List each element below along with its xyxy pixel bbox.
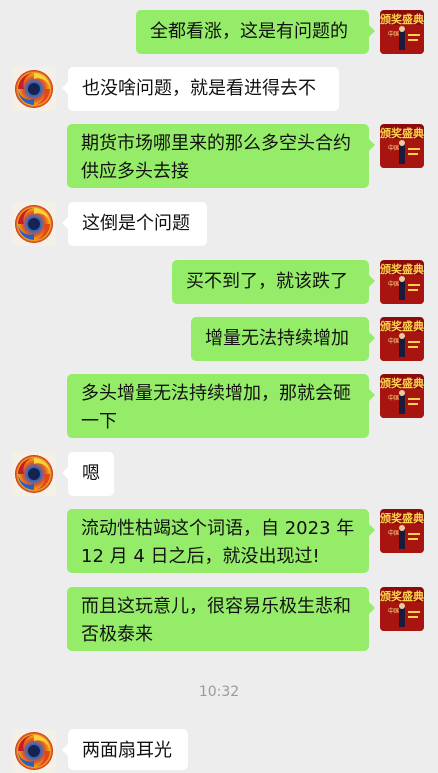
award-ceremony-avatar-icon: 颁奖盛典 中国 (380, 374, 424, 418)
svg-text:颁奖盛典: 颁奖盛典 (380, 126, 424, 140)
award-ceremony-avatar-icon: 颁奖盛典 中国 (380, 10, 424, 54)
self-avatar[interactable]: 颁奖盛典 中国 (380, 587, 424, 631)
svg-text:中国: 中国 (388, 280, 400, 288)
contact-avatar[interactable] (12, 67, 56, 111)
svg-text:颁奖盛典: 颁奖盛典 (380, 319, 424, 333)
self-avatar[interactable]: 颁奖盛典 中国 (380, 317, 424, 361)
svg-text:颁奖盛典: 颁奖盛典 (380, 589, 424, 603)
svg-text:中国: 中国 (388, 30, 400, 38)
swirl-avatar-icon (12, 67, 56, 111)
self-avatar[interactable]: 颁奖盛典 中国 (380, 374, 424, 418)
svg-text:中国: 中国 (388, 144, 400, 152)
message-bubble-received[interactable]: 也没啥问题，就是看进得去不 (62, 67, 339, 111)
message-bubble-sent[interactable]: 流动性枯竭这个词语，自 2023 年 12 月 4 日之后，就没出现过! (67, 509, 375, 573)
svg-text:中国: 中国 (388, 394, 400, 402)
svg-text:中国: 中国 (388, 607, 400, 615)
self-avatar[interactable]: 颁奖盛典 中国 (380, 10, 424, 54)
message-bubble-sent[interactable]: 全都看涨，这是有问题的 (136, 10, 375, 54)
swirl-avatar-icon (12, 202, 56, 246)
swirl-avatar-icon (12, 452, 56, 496)
avatar-banner-text: 颁奖盛典 (380, 12, 424, 26)
svg-text:中国: 中国 (388, 337, 400, 345)
message-bubble-sent[interactable]: 买不到了，就该跌了 (172, 260, 375, 304)
message-bubble-sent[interactable]: 增量无法持续增加 (191, 317, 375, 361)
award-ceremony-avatar-icon: 颁奖盛典 中国 (380, 317, 424, 361)
self-avatar[interactable]: 颁奖盛典 中国 (380, 509, 424, 553)
svg-text:颁奖盛典: 颁奖盛典 (380, 262, 424, 276)
contact-avatar[interactable] (12, 202, 56, 246)
self-avatar[interactable]: 颁奖盛典 中国 (380, 260, 424, 304)
message-bubble-received[interactable]: 嗯 (62, 452, 114, 496)
svg-text:中国: 中国 (388, 529, 400, 537)
svg-text:颁奖盛典: 颁奖盛典 (380, 376, 424, 390)
message-bubble-sent[interactable]: 期货市场哪里来的那么多空头合约供应多头去接 (67, 124, 375, 188)
message-bubble-received[interactable]: 两面扇耳光 (62, 729, 188, 770)
self-avatar[interactable]: 颁奖盛典 中国 (380, 124, 424, 168)
contact-avatar[interactable] (12, 729, 56, 773)
award-ceremony-avatar-icon: 颁奖盛典 中国 (380, 260, 424, 304)
award-ceremony-avatar-icon: 颁奖盛典 中国 (380, 124, 424, 168)
svg-text:颁奖盛典: 颁奖盛典 (380, 511, 424, 525)
contact-avatar[interactable] (12, 452, 56, 496)
chat-timestamp: 10:32 (198, 684, 240, 700)
message-bubble-sent[interactable]: 多头增量无法持续增加，那就会砸一下 (67, 374, 375, 438)
award-ceremony-avatar-icon: 颁奖盛典 中国 (380, 587, 424, 631)
swirl-avatar-icon (12, 729, 56, 773)
message-bubble-sent[interactable]: 而且这玩意儿，很容易乐极生悲和否极泰来 (67, 587, 375, 651)
message-bubble-received[interactable]: 这倒是个问题 (62, 202, 207, 246)
award-ceremony-avatar-icon: 颁奖盛典 中国 (380, 509, 424, 553)
